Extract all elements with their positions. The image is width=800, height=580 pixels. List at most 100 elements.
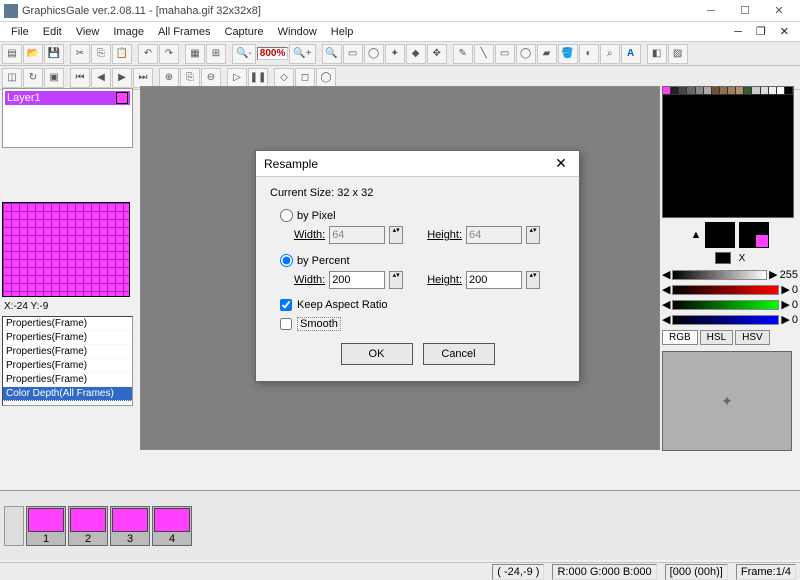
trim-icon[interactable]: ▣ — [44, 68, 64, 88]
cut-icon[interactable]: ✂ — [70, 44, 90, 64]
menu-view[interactable]: View — [69, 24, 107, 40]
keep-aspect-checkbox[interactable] — [280, 299, 292, 311]
pc-width-spinner[interactable]: ▴▾ — [389, 271, 403, 289]
circle-icon[interactable]: ◯ — [316, 68, 336, 88]
b-right-icon[interactable]: ▶ — [781, 313, 789, 326]
mdi-restore-icon[interactable]: ❐ — [749, 23, 773, 40]
zoom-out-icon[interactable]: 🔍- — [232, 44, 256, 64]
magnifier-icon[interactable]: 🔍 — [322, 44, 342, 64]
play-icon[interactable]: ▷ — [227, 68, 247, 88]
antialias-icon[interactable]: ◧ — [647, 44, 667, 64]
maximize-button[interactable]: ☐ — [728, 1, 762, 21]
menu-capture[interactable]: Capture — [218, 24, 271, 40]
smooth-checkbox[interactable] — [280, 318, 292, 330]
mdi-close-icon[interactable]: ✕ — [773, 23, 796, 40]
color-select-icon[interactable]: ◆ — [406, 44, 426, 64]
tab-hsl[interactable]: HSL — [700, 330, 733, 345]
dialog-titlebar[interactable]: Resample ✕ — [256, 151, 579, 177]
layer-row[interactable]: Layer1 — [5, 91, 130, 105]
menu-file[interactable]: File — [4, 24, 36, 40]
move-icon[interactable]: ✥ — [427, 44, 447, 64]
rect-icon[interactable]: ▭ — [495, 44, 515, 64]
b-left-icon[interactable]: ◀ — [662, 313, 670, 326]
dialog-close-icon[interactable]: ✕ — [551, 154, 571, 174]
g-slider[interactable] — [672, 300, 779, 310]
pc-width-input[interactable] — [329, 271, 385, 289]
first-frame-icon[interactable]: ⏮ — [70, 68, 90, 88]
tab-hsv[interactable]: HSV — [735, 330, 770, 345]
paste-icon[interactable]: 📋 — [112, 44, 132, 64]
grad-right-icon[interactable]: ▶ — [769, 268, 777, 281]
undo-icon[interactable]: ↶ — [138, 44, 158, 64]
diamond-icon[interactable]: ◇ — [274, 68, 294, 88]
history-item[interactable]: Properties(Frame) — [3, 345, 132, 359]
zoom-in-icon[interactable]: 🔍+ — [289, 44, 315, 64]
menu-window[interactable]: Window — [271, 24, 324, 40]
pause-icon[interactable]: ❚❚ — [248, 68, 268, 88]
px-height-input[interactable] — [466, 226, 522, 244]
transparency-icon[interactable]: ▨ — [668, 44, 688, 64]
ellipse-icon[interactable]: ◯ — [516, 44, 536, 64]
grid-icon[interactable]: ▦ — [185, 44, 205, 64]
history-item[interactable]: Properties(Frame) — [3, 317, 132, 331]
bg-swatch[interactable] — [739, 222, 769, 248]
zoom-level[interactable]: 800% — [257, 47, 289, 60]
close-button[interactable]: ✕ — [762, 1, 796, 21]
rect-select-icon[interactable]: ▭ — [343, 44, 363, 64]
pc-height-spinner[interactable]: ▴▾ — [526, 271, 540, 289]
pc-height-input[interactable] — [466, 271, 522, 289]
new-file-icon[interactable]: ▤ — [2, 44, 22, 64]
minimize-button[interactable]: ─ — [694, 1, 728, 21]
timeline-toggle-icon[interactable] — [4, 506, 24, 546]
redo-icon[interactable]: ↷ — [159, 44, 179, 64]
history-item-selected[interactable]: Color Depth(All Frames) — [3, 387, 132, 401]
menu-help[interactable]: Help — [324, 24, 361, 40]
frame-thumb[interactable]: 1 — [26, 506, 66, 546]
grad-left-icon[interactable]: ◀ — [662, 268, 670, 281]
cancel-button[interactable]: Cancel — [423, 343, 495, 365]
r-slider[interactable] — [672, 285, 779, 295]
copy-icon[interactable]: ⎘ — [91, 44, 111, 64]
frame-thumb[interactable]: 2 — [68, 506, 108, 546]
line-icon[interactable]: ╲ — [474, 44, 494, 64]
eyedropper-icon[interactable]: ⌕ — [600, 44, 620, 64]
frame-thumb[interactable]: 4 — [152, 506, 192, 546]
open-file-icon[interactable]: 📂 — [23, 44, 43, 64]
add-frame-icon[interactable]: ⊕ — [159, 68, 179, 88]
px-width-spinner[interactable]: ▴▾ — [389, 226, 403, 244]
r-left-icon[interactable]: ◀ — [662, 283, 670, 296]
swap-up-icon[interactable]: ▲ — [691, 229, 702, 241]
by-pixel-radio[interactable] — [280, 209, 293, 222]
wand-icon[interactable]: ✦ — [385, 44, 405, 64]
replace-color-icon[interactable]: ◐ — [579, 44, 599, 64]
prev-frame-icon[interactable]: ◀ — [91, 68, 111, 88]
px-width-input[interactable] — [329, 226, 385, 244]
menu-all-frames[interactable]: All Frames — [151, 24, 218, 40]
next-frame-icon[interactable]: ▶ — [112, 68, 132, 88]
menu-image[interactable]: Image — [106, 24, 151, 40]
r-right-icon[interactable]: ▶ — [781, 283, 789, 296]
g-right-icon[interactable]: ▶ — [781, 298, 789, 311]
px-height-spinner[interactable]: ▴▾ — [526, 226, 540, 244]
pen-icon[interactable]: ✎ — [453, 44, 473, 64]
color-palette[interactable] — [662, 86, 794, 218]
value-slider[interactable] — [672, 270, 767, 280]
bucket-icon[interactable]: 🪣 — [558, 44, 578, 64]
ok-button[interactable]: OK — [341, 343, 413, 365]
g-left-icon[interactable]: ◀ — [662, 298, 670, 311]
minimap[interactable] — [2, 202, 130, 297]
by-percent-radio[interactable] — [280, 254, 293, 267]
fg-swatch[interactable] — [705, 222, 735, 248]
b-slider[interactable] — [672, 315, 779, 325]
menu-edit[interactable]: Edit — [36, 24, 69, 40]
text-icon[interactable]: A — [621, 44, 641, 64]
square-icon[interactable]: ◻ — [295, 68, 315, 88]
mdi-minimize-icon[interactable]: ─ — [727, 24, 749, 40]
delete-frame-icon[interactable]: ⊖ — [201, 68, 221, 88]
history-item[interactable]: Properties(Frame) — [3, 359, 132, 373]
tab-rgb[interactable]: RGB — [662, 330, 698, 345]
history-item[interactable]: Properties(Frame) — [3, 331, 132, 345]
lasso-icon[interactable]: ◯ — [364, 44, 384, 64]
small-swatch[interactable] — [715, 252, 731, 264]
onion-icon[interactable]: ◫ — [2, 68, 22, 88]
